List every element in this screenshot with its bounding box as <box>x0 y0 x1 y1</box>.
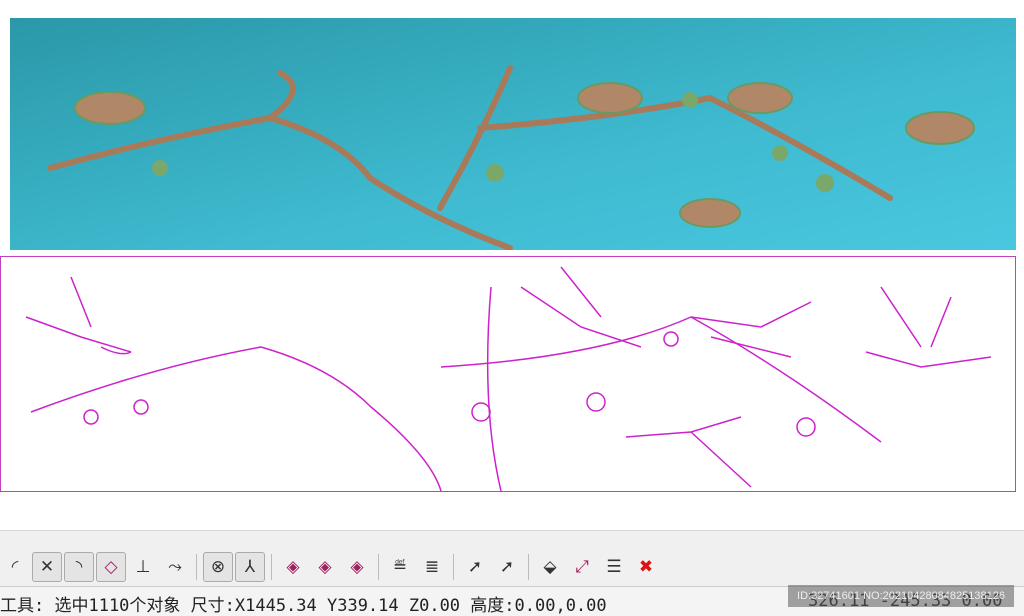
project-button[interactable]: ⬙ <box>535 552 565 582</box>
node-snap-2-icon: ◈ <box>318 557 332 577</box>
toolbar-separator <box>528 554 529 580</box>
intersect-icon: ✕ <box>39 557 55 577</box>
node-snap-1-icon: ◈ <box>286 557 300 577</box>
drawing-canvas[interactable] <box>0 0 1024 530</box>
node-edit-icon: ⤢ <box>575 557 589 577</box>
arc-icon: ◜ <box>11 557 19 577</box>
relief-preview-image <box>10 18 1016 250</box>
list-button[interactable]: ☰ <box>599 552 629 582</box>
toolbar-separator <box>378 554 379 580</box>
node-snap-3-button[interactable]: ◈ <box>342 552 372 582</box>
toolbar-separator <box>196 554 197 580</box>
axis-button[interactable]: ⅄ <box>235 552 265 582</box>
layer-down-button[interactable]: ≝ <box>385 552 415 582</box>
intersect-button[interactable]: ✕ <box>32 552 62 582</box>
delete-icon: ✖ <box>638 557 654 577</box>
fillet-icon: ◝ <box>75 557 83 577</box>
status-selection-info: 工具: 选中1110个对象 尺寸:X1445.34 Y339.14 Z0.00 … <box>0 596 607 616</box>
tangent-button[interactable]: ⤳ <box>160 552 190 582</box>
fillet-button[interactable]: ◝ <box>64 552 94 582</box>
arc-button[interactable]: ◜ <box>0 552 30 582</box>
select-point-button[interactable]: ➚ <box>460 552 490 582</box>
list-icon: ☰ <box>606 557 622 577</box>
node-edit-button[interactable]: ⤢ <box>567 552 597 582</box>
select-point-icon: ➚ <box>467 557 483 577</box>
node-snap-1-button[interactable]: ◈ <box>278 552 308 582</box>
circle-snap-icon: ◇ <box>104 557 118 577</box>
toolbar-separator <box>271 554 272 580</box>
layer-stack-icon: ≣ <box>424 557 440 577</box>
tangent-icon: ⤳ <box>168 557 182 577</box>
perpendicular-icon: ⊥ <box>135 557 151 577</box>
deselect-point-button[interactable]: ➚ <box>492 552 522 582</box>
layer-down-icon: ≝ <box>392 557 408 577</box>
perpendicular-button[interactable]: ⊥ <box>128 552 158 582</box>
axis-icon: ⅄ <box>244 557 256 577</box>
deselect-point-icon: ➚ <box>499 557 515 577</box>
center-snap-button[interactable]: ⊗ <box>203 552 233 582</box>
center-snap-icon: ⊗ <box>210 557 226 577</box>
vector-outline-panel <box>0 256 1016 492</box>
project-icon: ⬙ <box>543 557 557 577</box>
snap-toolbar: ◜ ✕ ◝ ◇ ⊥ ⤳ ⊗ ⅄ ◈ ◈ ◈ ≝ ≣ ➚ ➚ ⬙ ⤢ ☰ ✖ <box>0 530 1024 586</box>
layer-stack-button[interactable]: ≣ <box>417 552 447 582</box>
circle-snap-button[interactable]: ◇ <box>96 552 126 582</box>
toolbar-separator <box>453 554 454 580</box>
delete-button[interactable]: ✖ <box>631 552 661 582</box>
watermark: ID:32741601 NO:20210428084825138126 <box>788 585 1014 607</box>
vector-outline-drawing <box>25 266 992 492</box>
node-snap-3-icon: ◈ <box>350 557 364 577</box>
node-snap-2-button[interactable]: ◈ <box>310 552 340 582</box>
